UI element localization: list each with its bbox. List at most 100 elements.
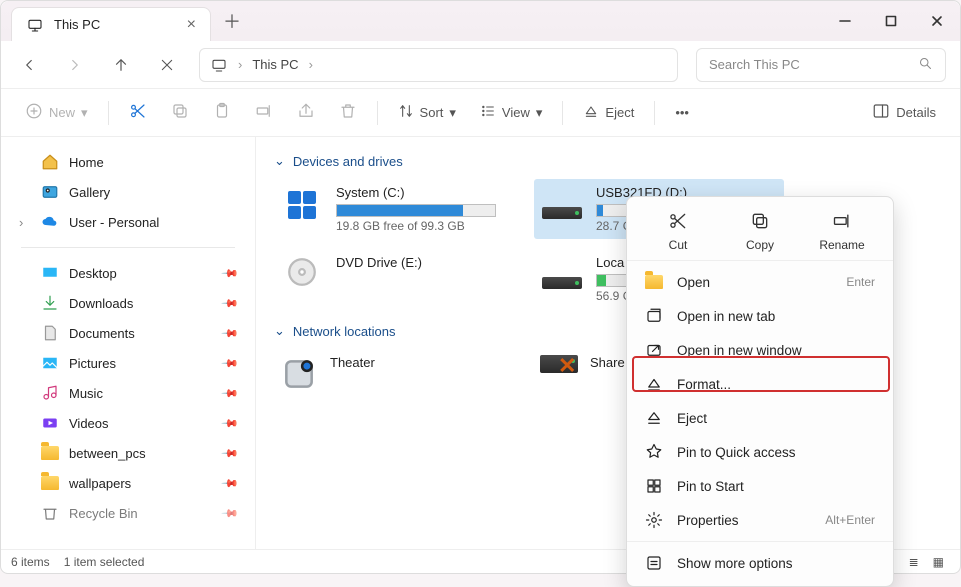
drive-icon [542,207,582,219]
ctx-format[interactable]: Format... [627,367,893,401]
forward-button[interactable] [61,56,89,74]
tab-title: This PC [54,17,100,32]
folder-icon [645,273,663,291]
ctx-eject[interactable]: Eject [627,401,893,435]
sidebar-item-desktop[interactable]: Desktop📌 [5,258,251,288]
pc-icon [26,16,44,34]
search-icon [918,56,933,74]
view-list-icon[interactable]: ≣ [903,553,925,571]
sidebar-item-documents[interactable]: Documents📌 [5,318,251,348]
view-button[interactable]: View ▾ [470,97,552,128]
ctx-label: Format... [677,377,731,392]
new-window-icon [645,341,663,359]
chevron-right-icon[interactable]: › [309,57,313,72]
back-button[interactable] [15,56,43,74]
sidebar-item-pictures[interactable]: Pictures📌 [5,348,251,378]
chevron-down-icon: ▾ [449,105,456,121]
gallery-icon [41,183,59,201]
more-button[interactable]: ••• [665,99,699,126]
ctx-more-options[interactable]: Show more options [627,546,893,580]
ctx-label: Copy [746,238,774,252]
view-grid-icon[interactable]: ▦ [927,553,950,571]
pin-start-icon [645,477,663,495]
search-box[interactable]: Search This PC [696,48,946,82]
sidebar-item-recyclebin[interactable]: Recycle Bin📌 [5,498,251,528]
clipboard-icon [213,102,231,123]
sidebar-item-downloads[interactable]: Downloads📌 [5,288,251,318]
eject-label: Eject [605,105,634,120]
search-placeholder: Search This PC [709,57,800,72]
section-devices[interactable]: ⌄Devices and drives [274,153,942,169]
sidebar-item-user[interactable]: › User - Personal [5,207,251,237]
network-drive-broken-icon: ✕ [540,355,578,396]
maximize-button[interactable] [868,1,914,41]
sidebar-item-music[interactable]: Music📌 [5,378,251,408]
sidebar-item-gallery[interactable]: Gallery [5,177,251,207]
sidebar-item-home[interactable]: Home [5,147,251,177]
new-button[interactable]: New ▾ [15,96,98,129]
ctx-pin-quick[interactable]: Pin to Quick access [627,435,893,469]
pin-icon: 📌 [221,444,240,463]
pin-icon: 📌 [221,324,240,343]
plus-circle-icon [25,102,43,123]
copy-icon [171,102,189,123]
address-bar[interactable]: › This PC › [199,48,678,82]
new-tab-button[interactable]: ＋ [223,8,241,34]
ctx-copy[interactable]: Copy [730,211,790,252]
sidebar-label: wallpapers [69,476,131,491]
sidebar-item-videos[interactable]: Videos📌 [5,408,251,438]
ctx-label: Pin to Quick access [677,445,796,460]
paste-button[interactable] [203,96,241,129]
sort-button[interactable]: Sort ▾ [388,97,466,128]
sidebar-label: Desktop [69,266,117,281]
cut-button[interactable] [119,96,157,129]
status-count: 6 items [11,555,50,569]
ctx-pin-start[interactable]: Pin to Start [627,469,893,503]
delete-button[interactable] [329,96,367,129]
pin-icon: 📌 [221,474,240,493]
details-label: Details [896,105,936,120]
view-label: View [502,105,530,120]
chevron-down-icon: ▾ [81,105,88,121]
pin-icon: 📌 [221,414,240,433]
drive-system-c[interactable]: System (C:) 19.8 GB free of 99.3 GB [274,179,524,239]
sidebar-item-folder[interactable]: between_pcs📌 [5,438,251,468]
dvd-icon [280,255,324,289]
minimize-button[interactable] [822,1,868,41]
sidebar-label: Pictures [69,356,116,371]
ctx-cut[interactable]: Cut [648,211,708,252]
home-icon [41,153,59,171]
folder-icon [41,444,59,462]
tab-this-pc[interactable]: This PC × [11,7,211,41]
desktop-icon [41,264,59,282]
share-button[interactable] [287,96,325,129]
pin-icon: 📌 [221,504,240,523]
sidebar-label: User - Personal [69,215,159,230]
refresh-stop-button[interactable] [153,57,181,73]
eject-button[interactable]: Eject [573,97,644,128]
ctx-open[interactable]: Open Enter [627,265,893,299]
close-button[interactable] [914,1,960,41]
up-button[interactable] [107,56,135,74]
network-name: Share [590,355,625,396]
ctx-open-new-window[interactable]: Open in new window [627,333,893,367]
ctx-label: Properties [677,513,739,528]
ctx-label: Open in new tab [677,309,775,324]
ctx-properties[interactable]: PropertiesAlt+Enter [627,503,893,537]
ctx-open-new-tab[interactable]: Open in new tab [627,299,893,333]
sidebar-item-folder[interactable]: wallpapers 📌 [5,468,251,498]
drive-dvd-e[interactable]: DVD Drive (E:) [274,249,524,309]
breadcrumb-this-pc[interactable]: This PC [252,57,298,72]
details-pane-button[interactable]: Details [862,96,946,129]
rename-button[interactable] [245,96,283,129]
ctx-hint: Enter [846,275,875,289]
ctx-label: Cut [669,238,688,252]
copy-button[interactable] [161,96,199,129]
network-item[interactable]: Theater [274,349,524,402]
document-icon [41,324,59,342]
chevron-right-icon[interactable]: › [19,215,31,230]
ctx-label: Open [677,275,710,290]
close-tab-icon[interactable]: × [187,16,196,34]
chevron-down-icon: ⌄ [274,153,285,169]
ctx-rename[interactable]: Rename [812,211,872,252]
